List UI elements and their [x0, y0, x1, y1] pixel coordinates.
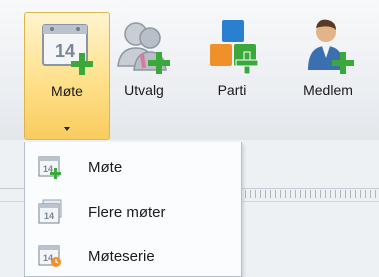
calendar-add-icon: 14: [37, 154, 63, 180]
menu-item-moteserie[interactable]: 14 Møteserie: [25, 237, 241, 275]
mote-ribbon-label: Møte: [51, 83, 83, 99]
menu-item-flere-moter[interactable]: 14 Flere møter: [25, 193, 241, 231]
parti-ribbon-label: Parti: [217, 82, 247, 98]
menu-item-label: Flere møter: [88, 203, 166, 221]
party-blocks-add-icon: [200, 14, 264, 78]
dropdown-arrow-icon[interactable]: [64, 127, 70, 131]
medlem-ribbon-label: Medlem: [303, 82, 353, 98]
ribbon-bar: 14 Møte Utvalg Parti Medlem: [0, 0, 379, 140]
mote-ribbon-button[interactable]: 14 Møte: [24, 12, 110, 140]
utvalg-ribbon-button[interactable]: Utvalg: [112, 12, 176, 106]
parti-ribbon-button[interactable]: Parti: [200, 12, 264, 106]
group-add-icon: [112, 14, 176, 78]
person-add-icon: [296, 14, 360, 78]
calendar-multiple-icon: 14: [37, 199, 63, 225]
svg-text:14: 14: [55, 41, 75, 61]
medlem-ribbon-button[interactable]: Medlem: [290, 12, 366, 106]
calendar-add-icon: 14: [35, 15, 99, 79]
ruler-ticks: [245, 190, 379, 198]
mote-dropdown-menu: 14 Møte 14 Flere møter 14 Møteserie: [24, 142, 242, 277]
menu-item-label: Møteserie: [88, 247, 155, 265]
menu-item-mote[interactable]: 14 Møte: [25, 148, 241, 186]
svg-text:14: 14: [44, 211, 54, 221]
utvalg-ribbon-label: Utvalg: [124, 82, 164, 98]
menu-item-label: Møte: [88, 158, 123, 176]
calendar-series-icon: 14: [37, 243, 63, 269]
